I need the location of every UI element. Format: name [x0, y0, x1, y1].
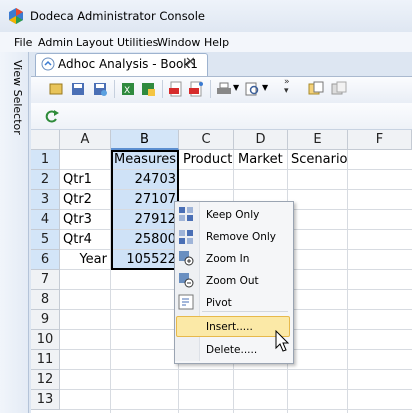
- menu-layout[interactable]: Layout: [76, 36, 113, 49]
- menu-admin[interactable]: Admin: [38, 36, 73, 49]
- save-icon[interactable]: [70, 81, 86, 97]
- menu-item-pivot[interactable]: Pivot: [206, 297, 232, 309]
- row-header-6[interactable]: 6: [31, 250, 60, 270]
- row-header-9[interactable]: 9: [31, 310, 60, 330]
- cell-b4[interactable]: 27912: [113, 210, 176, 230]
- window-title: Dodeca Administrator Console: [30, 9, 205, 23]
- mouse-cursor-icon: [275, 330, 290, 352]
- grid-line: [60, 389, 412, 390]
- menu-file[interactable]: File: [14, 36, 32, 49]
- print-preview-icon[interactable]: [244, 81, 260, 97]
- secondary-toolbar: [31, 103, 412, 130]
- zoom-in-icon: [179, 251, 194, 266]
- tab-label: Adhoc Analysis - Book1: [58, 57, 198, 71]
- pivot-icon: [178, 294, 194, 310]
- row-header-5[interactable]: 5: [31, 230, 60, 250]
- row-header-2[interactable]: 2: [31, 170, 60, 190]
- remove-only-icon: [179, 230, 193, 244]
- row-header-7[interactable]: 7: [31, 270, 60, 290]
- row-header-13[interactable]: 13: [31, 390, 60, 410]
- save-as-icon[interactable]: [92, 81, 108, 97]
- cell-d1[interactable]: Market: [238, 150, 288, 170]
- menu-help[interactable]: Help: [204, 36, 229, 49]
- cell-b3[interactable]: 27107: [113, 190, 176, 210]
- toolbar-separator: [114, 80, 115, 98]
- pdf-icon[interactable]: [168, 81, 184, 97]
- grid-line: [60, 369, 412, 370]
- row-header-12[interactable]: 12: [31, 370, 60, 390]
- grid-line: [60, 409, 412, 410]
- chevron-down-icon[interactable]: ▼: [233, 83, 239, 92]
- column-header-c[interactable]: C: [179, 130, 234, 150]
- pdf-export-icon[interactable]: [188, 81, 204, 97]
- grid-corner[interactable]: [31, 130, 60, 150]
- column-header-f[interactable]: F: [348, 130, 412, 150]
- cell-c1[interactable]: Product: [183, 150, 235, 170]
- cell-a3[interactable]: Qtr2: [63, 190, 109, 210]
- cell-b6[interactable]: 105522: [113, 250, 176, 270]
- close-icon[interactable]: ✕: [185, 55, 196, 70]
- row-header-1[interactable]: 1: [31, 150, 60, 170]
- chevron-down-icon[interactable]: ▼: [262, 83, 268, 92]
- excel-icon[interactable]: X: [120, 81, 136, 97]
- open-icon[interactable]: [48, 81, 64, 97]
- menu-utilities[interactable]: Utilities: [117, 36, 158, 49]
- excel-export-icon[interactable]: [140, 81, 156, 97]
- zoom-out-icon: [179, 273, 194, 288]
- column-header-a[interactable]: A: [60, 130, 111, 150]
- menu-window[interactable]: Window: [157, 36, 200, 49]
- add-sheet-icon[interactable]: [308, 81, 324, 97]
- toolbar-separator: [210, 80, 211, 98]
- column-header-b[interactable]: B: [111, 130, 179, 150]
- view-selector-label[interactable]: View Selector: [6, 60, 24, 140]
- cell-a4[interactable]: Qtr3: [63, 210, 109, 230]
- cell-a6[interactable]: Year: [63, 250, 107, 270]
- cell-e1[interactable]: Scenario: [291, 150, 348, 170]
- refresh-icon[interactable]: [44, 108, 60, 124]
- menu-item-zoom-out[interactable]: Zoom Out: [206, 275, 259, 287]
- cell-b1[interactable]: Measures: [114, 150, 178, 170]
- menu-item-zoom-in[interactable]: Zoom In: [206, 253, 249, 265]
- row-header-8[interactable]: 8: [31, 290, 60, 310]
- cell-a2[interactable]: Qtr1: [63, 170, 109, 190]
- remove-sheet-icon[interactable]: [331, 81, 347, 97]
- toolbar-separator: [162, 80, 163, 98]
- row-header-4[interactable]: 4: [31, 210, 60, 230]
- menu-item-delete[interactable]: Delete.....: [206, 344, 257, 356]
- svg-text:X: X: [124, 86, 130, 96]
- row-header-3[interactable]: 3: [31, 190, 60, 210]
- menu-item-insert[interactable]: Insert.....: [206, 321, 253, 333]
- menu-item-keep-only[interactable]: Keep Only: [206, 209, 259, 221]
- cell-b5[interactable]: 25800: [113, 230, 176, 250]
- print-icon[interactable]: [216, 81, 232, 97]
- column-header-e[interactable]: E: [288, 130, 348, 150]
- menu-separator: [202, 311, 288, 312]
- row-header-10[interactable]: 10: [31, 330, 60, 350]
- toolbar-overflow-icon[interactable]: » ▾: [284, 78, 290, 96]
- keep-only-icon: [179, 207, 193, 221]
- cell-b2[interactable]: 24703: [113, 170, 176, 190]
- column-header-d[interactable]: D: [234, 130, 288, 150]
- cell-a5[interactable]: Qtr4: [63, 230, 109, 250]
- worksheet-icon: [41, 57, 55, 71]
- app-logo-icon: [9, 8, 23, 24]
- menu-item-remove-only[interactable]: Remove Only: [206, 231, 276, 243]
- row-header-11[interactable]: 11: [31, 350, 60, 370]
